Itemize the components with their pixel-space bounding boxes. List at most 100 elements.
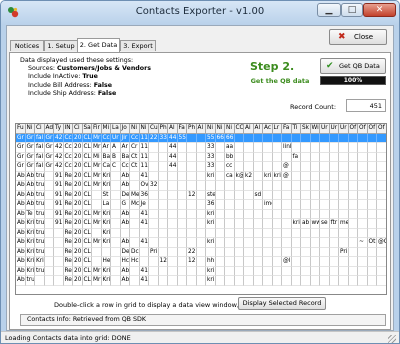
grid-cell[interactable] — [149, 238, 159, 248]
grid-cell[interactable] — [44, 219, 54, 229]
grid-cell[interactable]: 32 — [149, 181, 159, 191]
grid-cell[interactable] — [187, 181, 197, 191]
grid-cell[interactable] — [253, 219, 263, 229]
grid-cell[interactable] — [329, 257, 339, 267]
grid-cell[interactable] — [253, 171, 263, 181]
grid-cell[interactable] — [272, 219, 282, 229]
grid-cell[interactable] — [282, 133, 292, 143]
grid-cell[interactable] — [263, 257, 273, 267]
grid-cell[interactable]: St — [101, 190, 111, 200]
grid-cell[interactable] — [168, 209, 178, 219]
grid-cell[interactable] — [225, 190, 235, 200]
grid-cell[interactable]: C — [111, 162, 121, 172]
grid-cell[interactable]: Me — [130, 190, 140, 200]
grid-cell[interactable] — [339, 276, 349, 286]
grid-cell[interactable]: Ba — [120, 152, 130, 162]
grid-column-header[interactable]: Ci — [73, 124, 83, 134]
grid-cell[interactable]: 20 — [73, 181, 83, 191]
grid-cell[interactable] — [92, 247, 102, 257]
grid-cell[interactable] — [358, 247, 368, 257]
grid-cell[interactable] — [54, 276, 64, 286]
grid-cell[interactable]: kri — [206, 171, 216, 181]
grid-cell[interactable]: CL — [82, 276, 92, 286]
grid-cell[interactable] — [215, 266, 225, 276]
grid-cell[interactable] — [339, 162, 349, 172]
grid-cell[interactable]: 91 — [54, 209, 64, 219]
grid-cell[interactable]: Re — [63, 266, 73, 276]
grid-cell[interactable]: 20 — [73, 247, 83, 257]
grid-cell[interactable] — [111, 238, 121, 248]
grid-column-header[interactable]: Al — [253, 124, 263, 134]
grid-row[interactable]: Ab Ab tru 91 Re 20 CL Mr Kri Ab Ov 32 — [16, 181, 386, 191]
grid-cell[interactable] — [158, 219, 168, 229]
grid-cell[interactable]: 42 — [54, 133, 64, 143]
grid-cell[interactable]: 41 — [139, 276, 149, 286]
grid-cell[interactable] — [367, 276, 377, 286]
grid-cell[interactable]: 44 — [168, 143, 178, 153]
grid-cell[interactable]: 20 — [73, 257, 83, 267]
grid-cell[interactable]: Re — [63, 190, 73, 200]
grid-cell[interactable] — [234, 200, 244, 210]
grid-cell[interactable] — [130, 228, 140, 238]
grid-cell[interactable]: 41 — [139, 219, 149, 229]
grid-cell[interactable] — [253, 266, 263, 276]
grid-cell[interactable] — [215, 190, 225, 200]
grid-cell[interactable]: CL — [82, 200, 92, 210]
grid-row[interactable]: Gr Gr fal Gr 42 Cc 20 CL Mi Ba B Ba Ct 11 44 33 bb fa — [16, 152, 386, 162]
grid-cell[interactable] — [54, 228, 64, 238]
grid-cell[interactable]: Kri — [25, 257, 35, 267]
grid-cell[interactable] — [44, 238, 54, 248]
grid-cell[interactable]: aa — [225, 143, 235, 153]
grid-cell[interactable] — [358, 257, 368, 267]
grid-cell[interactable]: Gr — [16, 133, 26, 143]
grid-cell[interactable]: CL — [82, 219, 92, 229]
grid-cell[interactable]: linl — [282, 143, 292, 153]
grid-column-header[interactable]: Of — [367, 124, 377, 134]
grid-column-header[interactable]: Ur — [339, 124, 349, 134]
grid-cell[interactable] — [329, 228, 339, 238]
grid-cell[interactable]: De — [120, 190, 130, 200]
grid-cell[interactable] — [358, 209, 368, 219]
grid-cell[interactable]: Cc — [101, 133, 111, 143]
grid-cell[interactable] — [348, 171, 358, 181]
grid-column-header[interactable]: La — [111, 124, 121, 134]
grid-cell[interactable] — [215, 276, 225, 286]
grid-cell[interactable] — [244, 209, 254, 219]
grid-cell[interactable] — [367, 200, 377, 210]
grid-cell[interactable] — [111, 171, 121, 181]
grid-cell[interactable]: 33 — [206, 143, 216, 153]
grid-cell[interactable]: Cc — [130, 133, 140, 143]
grid-cell[interactable] — [310, 257, 320, 267]
get-qb-data-button[interactable]: ✔ Get QB Data — [320, 58, 386, 74]
grid-cell[interactable]: Re — [63, 228, 73, 238]
grid-cell[interactable]: bb — [225, 152, 235, 162]
grid-cell[interactable] — [92, 200, 102, 210]
grid-cell[interactable] — [329, 190, 339, 200]
grid-cell[interactable]: Ab — [120, 219, 130, 229]
grid-cell[interactable]: 41 — [139, 238, 149, 248]
grid-cell[interactable]: Ct — [130, 162, 140, 172]
grid-column-header[interactable]: Al — [168, 124, 178, 134]
grid-cell[interactable] — [367, 171, 377, 181]
grid-cell[interactable] — [111, 200, 121, 210]
grid-cell[interactable] — [310, 190, 320, 200]
grid-cell[interactable] — [377, 200, 386, 210]
grid-cell[interactable]: Re — [63, 171, 73, 181]
grid-cell[interactable] — [196, 171, 206, 181]
grid-cell[interactable]: Ab — [120, 209, 130, 219]
grid-cell[interactable]: me — [339, 219, 349, 229]
grid-cell[interactable] — [339, 190, 349, 200]
grid-cell[interactable] — [177, 247, 187, 257]
grid-cell[interactable]: hh — [206, 257, 216, 267]
grid-cell[interactable]: ime — [263, 200, 273, 210]
grid-cell[interactable] — [244, 247, 254, 257]
tab-setup[interactable]: 1. Setup — [44, 40, 78, 51]
grid-cell[interactable] — [158, 200, 168, 210]
grid-cell[interactable] — [234, 209, 244, 219]
grid-cell[interactable] — [158, 143, 168, 153]
grid-cell[interactable]: @ — [282, 171, 292, 181]
grid-cell[interactable]: De — [120, 247, 130, 257]
grid-column-header[interactable]: Of — [358, 124, 368, 134]
grid-cell[interactable] — [149, 162, 159, 172]
grid-cell[interactable] — [253, 276, 263, 286]
